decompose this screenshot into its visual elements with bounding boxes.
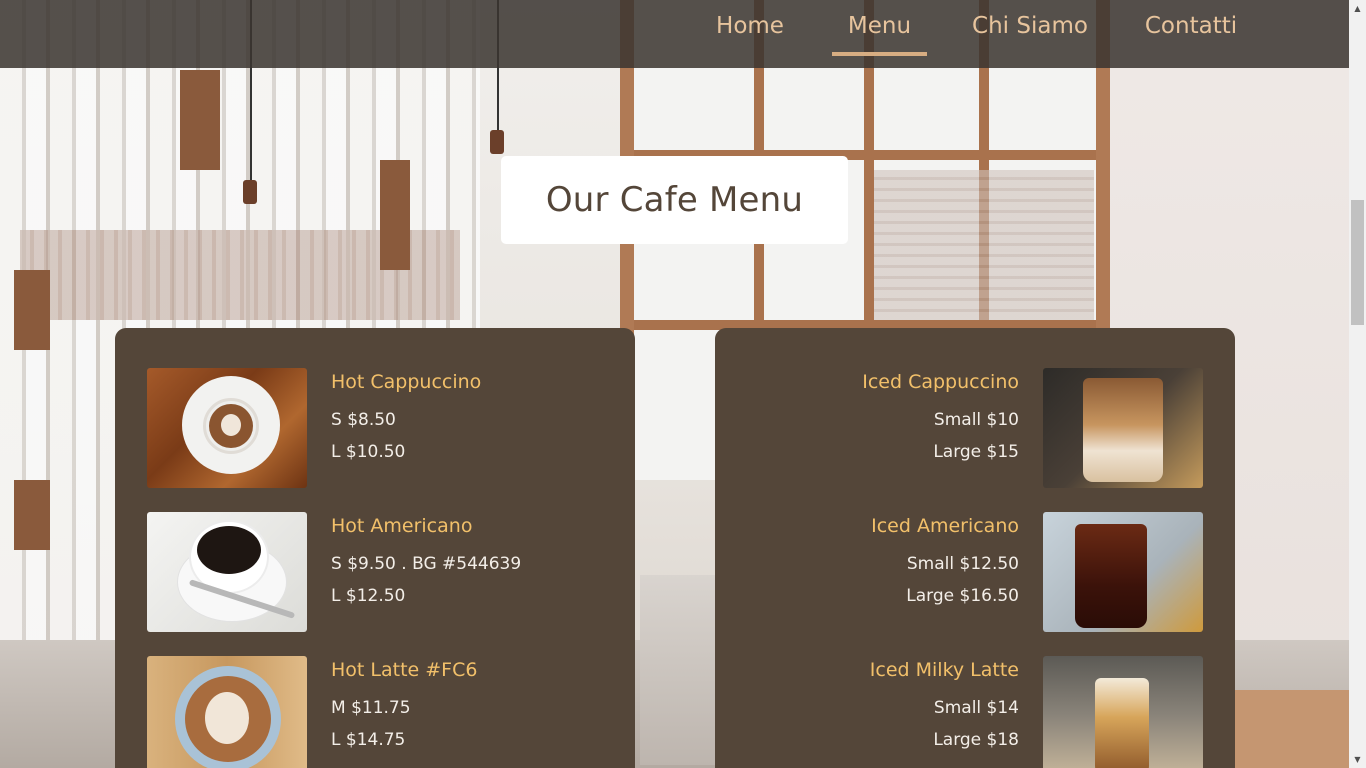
hot-drinks-card: Hot Cappuccino S $8.50 L $10.50 Hot Amer… [115,328,635,768]
menu-item-name: Hot Americano [331,515,473,537]
scrollbar-thumb[interactable] [1351,200,1364,325]
menu-item-price: M $11.75 [331,698,411,718]
menu-item-name: Hot Latte #FC6 [331,659,478,681]
menu-item-info: Iced Cappuccino Small $10 Large $15 [749,368,1019,468]
menu-item-price: S $9.50 . BG #544639 [331,554,522,574]
menu-item-price: S $8.50 [331,410,396,430]
menu-item-hot-latte: Hot Latte #FC6 M $11.75 L $14.75 [147,656,603,768]
menu-item-hot-cappuccino: Hot Cappuccino S $8.50 L $10.50 [147,368,603,488]
menu-item-iced-americano: Iced Americano Small $12.50 Large $16.50 [747,512,1203,632]
page-scrollbar[interactable]: ▲ ▼ [1349,0,1366,768]
nav-menu-link[interactable]: Menu [832,0,927,68]
menu-item-price: Small $14 [933,698,1019,718]
menu-item-price: Small $12.50 [906,554,1019,574]
iced-milky-latte-photo [1043,656,1203,768]
menu-item-price: Large $18 [933,730,1019,750]
menu-item-info: Iced Milky Latte Small $14 Large $18 [749,656,1019,756]
menu-item-price: L $10.50 [331,442,406,462]
iced-drinks-card: Iced Cappuccino Small $10 Large $15 Iced… [715,328,1235,768]
nav-home-link[interactable]: Home [700,0,800,68]
menu-item-info: Iced Americano Small $12.50 Large $16.50 [749,512,1019,612]
top-navigation: Home Menu Chi Siamo Contatti [0,0,1349,68]
menu-item-iced-milky-latte: Iced Milky Latte Small $14 Large $18 [747,656,1203,768]
nav-chi-siamo-link[interactable]: Chi Siamo [960,0,1100,68]
iced-americano-photo [1043,512,1203,632]
page-title-box: Our Cafe Menu [501,156,848,244]
menu-item-hot-americano: Hot Americano S $9.50 . BG #544639 L $12… [147,512,603,632]
menu-item-name: Iced Milky Latte [869,659,1019,681]
menu-item-info: Hot Cappuccino S $8.50 L $10.50 [331,368,601,468]
menu-item-price: Small $10 [933,410,1019,430]
latte-art-photo [147,656,307,768]
americano-cup-photo [147,512,307,632]
menu-item-name: Iced Cappuccino [862,371,1019,393]
scroll-up-arrow-icon[interactable]: ▲ [1349,0,1366,17]
menu-item-price: L $14.75 [331,730,406,750]
menu-item-name: Iced Americano [871,515,1019,537]
menu-item-price: Large $15 [933,442,1019,462]
nav-contatti-link[interactable]: Contatti [1132,0,1250,68]
menu-item-price: L $12.50 [331,586,406,606]
iced-cappuccino-photo [1043,368,1203,488]
scroll-down-arrow-icon[interactable]: ▼ [1349,751,1366,768]
menu-item-info: Hot Latte #FC6 M $11.75 L $14.75 [331,656,601,756]
cappuccino-top-view-photo [147,368,307,488]
menu-item-iced-cappuccino: Iced Cappuccino Small $10 Large $15 [747,368,1203,488]
menu-item-name: Hot Cappuccino [331,371,482,393]
page-title: Our Cafe Menu [545,180,804,220]
menu-item-price: Large $16.50 [906,586,1019,606]
menu-item-info: Hot Americano S $9.50 . BG #544639 L $12… [331,512,601,612]
